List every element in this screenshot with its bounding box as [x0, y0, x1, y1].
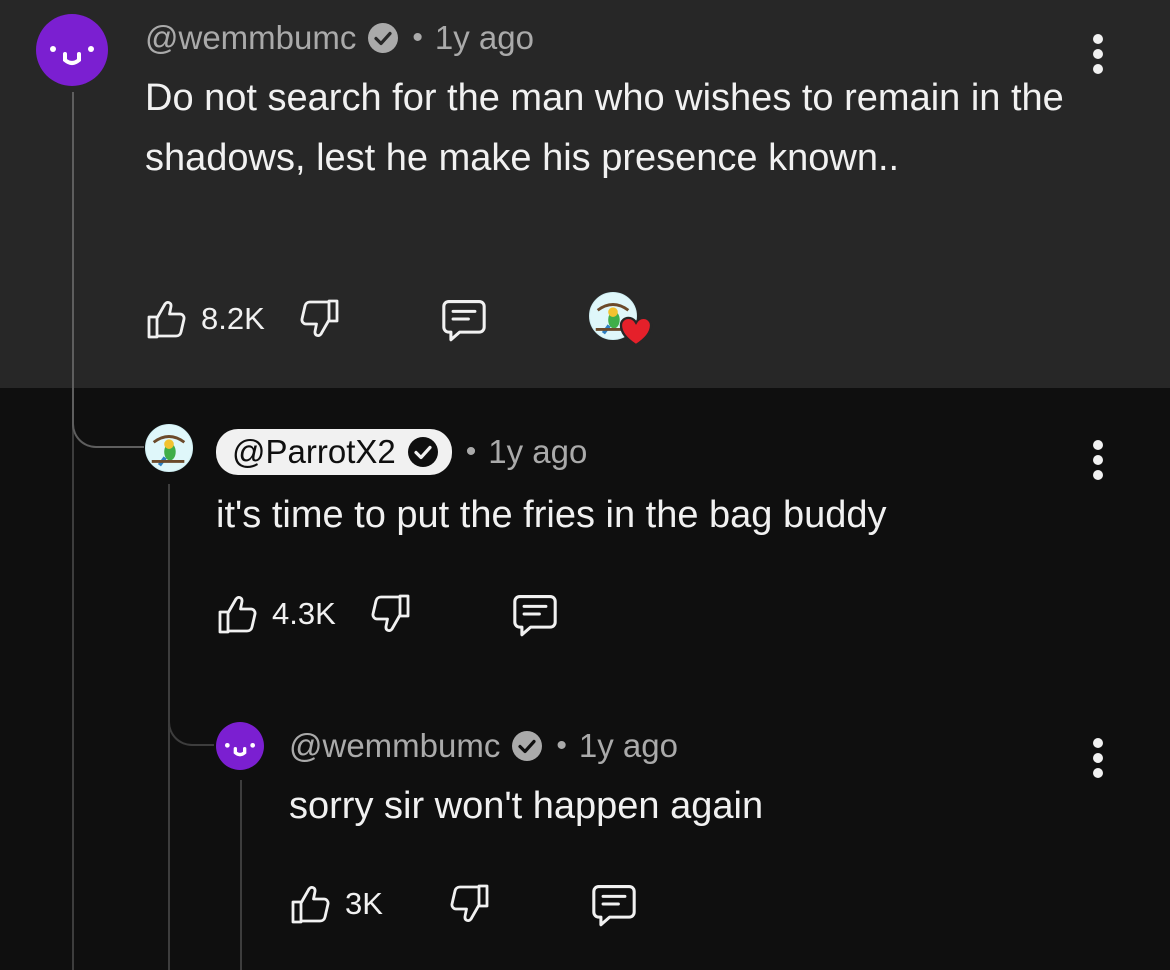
comment-2-timestamp[interactable]: 1y ago — [488, 433, 587, 471]
thumbs-down-icon[interactable] — [447, 882, 491, 926]
heart-icon — [619, 316, 653, 347]
thread-line-reply2 — [240, 780, 242, 970]
thread-line-main — [72, 92, 74, 392]
comment-1-avatar[interactable] — [36, 14, 108, 86]
thumbs-down-icon[interactable] — [368, 592, 412, 636]
separator-dot: • — [465, 435, 477, 468]
creator-heart[interactable] — [588, 292, 653, 347]
reply-comment-icon[interactable] — [587, 880, 641, 928]
comment-1-actions: 8.2K — [145, 292, 653, 347]
comment-1-more-button[interactable] — [1092, 34, 1104, 74]
verified-check-icon — [407, 437, 438, 467]
comment-1-header: @wemmbumc • 1y ago — [145, 16, 534, 60]
comment-2-actions: 4.3K — [216, 590, 562, 638]
thumbs-up-icon[interactable] — [289, 882, 333, 926]
comment-3-actions: 3K — [289, 880, 641, 928]
thread-connector-reply1 — [72, 388, 144, 448]
thumbs-up-icon[interactable] — [216, 592, 260, 636]
comment-1-handle[interactable]: @wemmbumc — [145, 19, 356, 57]
comment-2-text: it's time to put the fries in the bag bu… — [216, 494, 887, 536]
comment-2-like-count: 4.3K — [272, 596, 336, 631]
reply-comment-icon[interactable] — [437, 295, 491, 343]
comment-3-more-button[interactable] — [1092, 738, 1104, 778]
reply-comment-icon[interactable] — [508, 590, 562, 638]
comment-2-avatar[interactable] — [145, 424, 193, 472]
comment-2-header: @ParrotX2 • 1y ago — [216, 427, 587, 477]
smiley-avatar-icon — [225, 743, 255, 757]
thread-line-main-continued — [72, 388, 74, 970]
smiley-avatar-icon — [50, 46, 94, 65]
comment-3-like-count: 3K — [345, 886, 383, 921]
comment-3-handle[interactable]: @wemmbumc — [289, 727, 500, 765]
parrot-avatar-icon — [151, 435, 186, 467]
comment-1-like-count: 8.2K — [201, 301, 265, 336]
comment-1-text: Do not search for the man who wishes to … — [145, 77, 1064, 179]
comment-2-handle-pill[interactable]: @ParrotX2 — [216, 429, 452, 475]
comment-3-timestamp[interactable]: 1y ago — [579, 727, 678, 765]
separator-dot: • — [556, 729, 567, 762]
comment-3-text: sorry sir won't happen again — [289, 785, 764, 827]
thumbs-down-icon[interactable] — [297, 297, 341, 341]
comment-1-timestamp[interactable]: 1y ago — [435, 19, 534, 57]
thread-connector-reply2 — [168, 700, 214, 746]
verified-check-icon — [368, 23, 399, 53]
comment-2-more-button[interactable] — [1092, 440, 1104, 480]
separator-dot: • — [412, 21, 423, 54]
comment-2-handle: @ParrotX2 — [232, 433, 396, 470]
verified-check-icon — [512, 731, 543, 761]
comment-3-avatar[interactable] — [216, 722, 264, 770]
comment-3-header: @wemmbumc • 1y ago — [289, 724, 678, 768]
thumbs-up-icon[interactable] — [145, 297, 189, 341]
